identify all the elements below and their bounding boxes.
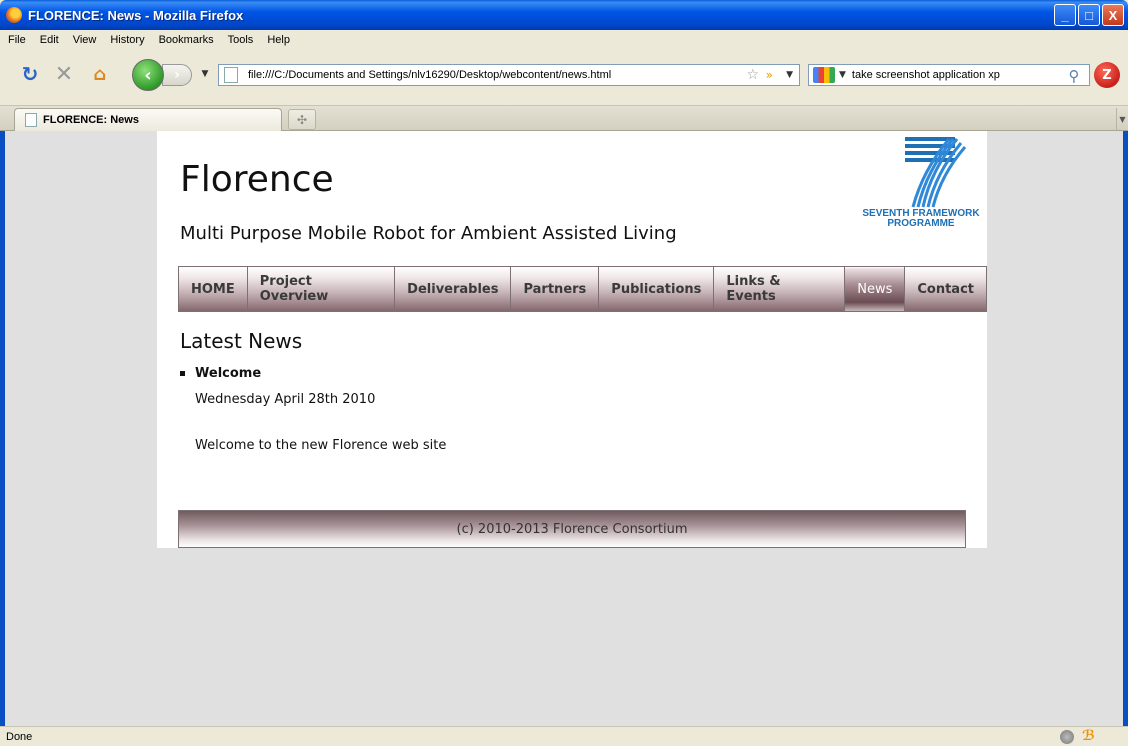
fp7-logo-text-line2: PROGRAMME — [887, 218, 955, 229]
main-navigation: HOME Project Overview Deliverables Partn… — [178, 266, 987, 312]
site-footer: (c) 2010-2013 Florence Consortium — [178, 510, 966, 548]
script-addon-icon[interactable]: ℬ — [1082, 728, 1096, 744]
page-viewport: Florence Multi Purpose Mobile Robot for … — [0, 131, 1128, 726]
reload-icon[interactable]: ↻ — [18, 62, 42, 86]
nav-home[interactable]: HOME — [179, 267, 248, 311]
close-button[interactable]: X — [1102, 4, 1124, 26]
menu-bookmarks[interactable]: Bookmarks — [152, 34, 221, 46]
nav-contact[interactable]: Contact — [905, 267, 986, 311]
url-dropdown-icon[interactable]: ▼ — [786, 70, 793, 80]
stop-icon[interactable]: ✕ — [52, 62, 76, 87]
back-button[interactable]: ‹ — [132, 59, 164, 91]
tab-florence-news[interactable]: FLORENCE: News — [14, 108, 282, 131]
tab-list-dropdown-icon[interactable]: ▼ — [1116, 108, 1128, 130]
zotero-icon[interactable]: Z — [1094, 62, 1120, 88]
nav-news[interactable]: News — [845, 267, 906, 311]
go-arrow-icon[interactable]: » — [766, 68, 773, 82]
navigation-toolbar: ↻ ✕ ⌂ › ‹ ▼ file:///C:/Documents and Set… — [0, 50, 1128, 106]
nav-publications[interactable]: Publications — [599, 267, 715, 311]
tab-title: FLORENCE: News — [43, 114, 139, 126]
fp7-logo-text: SEVENTH FRAMEWORK PROGRAMME — [861, 209, 981, 229]
tab-page-icon — [25, 113, 37, 127]
nav-deliverables[interactable]: Deliverables — [395, 267, 512, 311]
bookmark-star-icon[interactable]: ☆ — [746, 67, 759, 83]
url-text[interactable]: file:///C:/Documents and Settings/nlv162… — [248, 69, 611, 81]
home-icon[interactable]: ⌂ — [88, 62, 112, 86]
page-icon — [224, 67, 238, 83]
search-input[interactable]: take screenshot application xp — [852, 69, 1000, 81]
news-item-title: Welcome — [195, 366, 262, 381]
search-magnifier-icon[interactable]: ⚲ — [1064, 66, 1084, 86]
window-title-bar[interactable]: FLORENCE: News - Mozilla Firefox _ □ X — [0, 0, 1128, 30]
status-bar: Done ℬ — [0, 726, 1128, 746]
forward-button[interactable]: › — [162, 64, 192, 86]
nav-links-events[interactable]: Links & Events — [714, 267, 846, 311]
list-bullet-icon — [180, 371, 185, 376]
menu-help[interactable]: Help — [260, 34, 297, 46]
menu-file[interactable]: File — [0, 34, 33, 46]
menu-view[interactable]: View — [66, 34, 104, 46]
menu-edit[interactable]: Edit — [33, 34, 66, 46]
search-bar[interactable]: ▼ take screenshot application xp — [808, 64, 1090, 86]
maximize-button[interactable]: □ — [1078, 4, 1100, 26]
tab-strip: FLORENCE: News ✣ ▼ — [0, 106, 1128, 131]
news-heading: Latest News — [180, 329, 303, 353]
google-search-engine-icon[interactable] — [813, 67, 835, 83]
new-tab-button[interactable]: ✣ — [288, 109, 316, 130]
status-text: Done — [6, 730, 33, 743]
url-bar[interactable]: file:///C:/Documents and Settings/nlv162… — [218, 64, 800, 86]
firefox-logo-icon — [6, 7, 22, 23]
menu-bar: File Edit View History Bookmarks Tools H… — [0, 30, 1128, 50]
minimize-button[interactable]: _ — [1054, 4, 1076, 26]
site-page: Florence Multi Purpose Mobile Robot for … — [157, 131, 987, 548]
window-title: FLORENCE: News - Mozilla Firefox — [28, 7, 244, 23]
site-subtitle: Multi Purpose Mobile Robot for Ambient A… — [180, 223, 677, 244]
nav-partners[interactable]: Partners — [511, 267, 600, 311]
news-item-date: Wednesday April 28th 2010 — [195, 392, 376, 407]
window-controls: _ □ X — [1054, 4, 1124, 26]
nav-project-overview[interactable]: Project Overview — [247, 267, 396, 311]
menu-history[interactable]: History — [103, 34, 151, 46]
menu-tools[interactable]: Tools — [221, 34, 261, 46]
footer-copyright: (c) 2010-2013 Florence Consortium — [456, 521, 688, 537]
site-title: Florence — [180, 159, 334, 200]
news-item-body: Welcome to the new Florence web site — [195, 438, 447, 453]
connection-status-icon[interactable] — [1060, 730, 1074, 744]
search-engine-dropdown-icon[interactable]: ▼ — [839, 70, 846, 80]
history-dropdown-icon[interactable]: ▼ — [199, 66, 211, 82]
